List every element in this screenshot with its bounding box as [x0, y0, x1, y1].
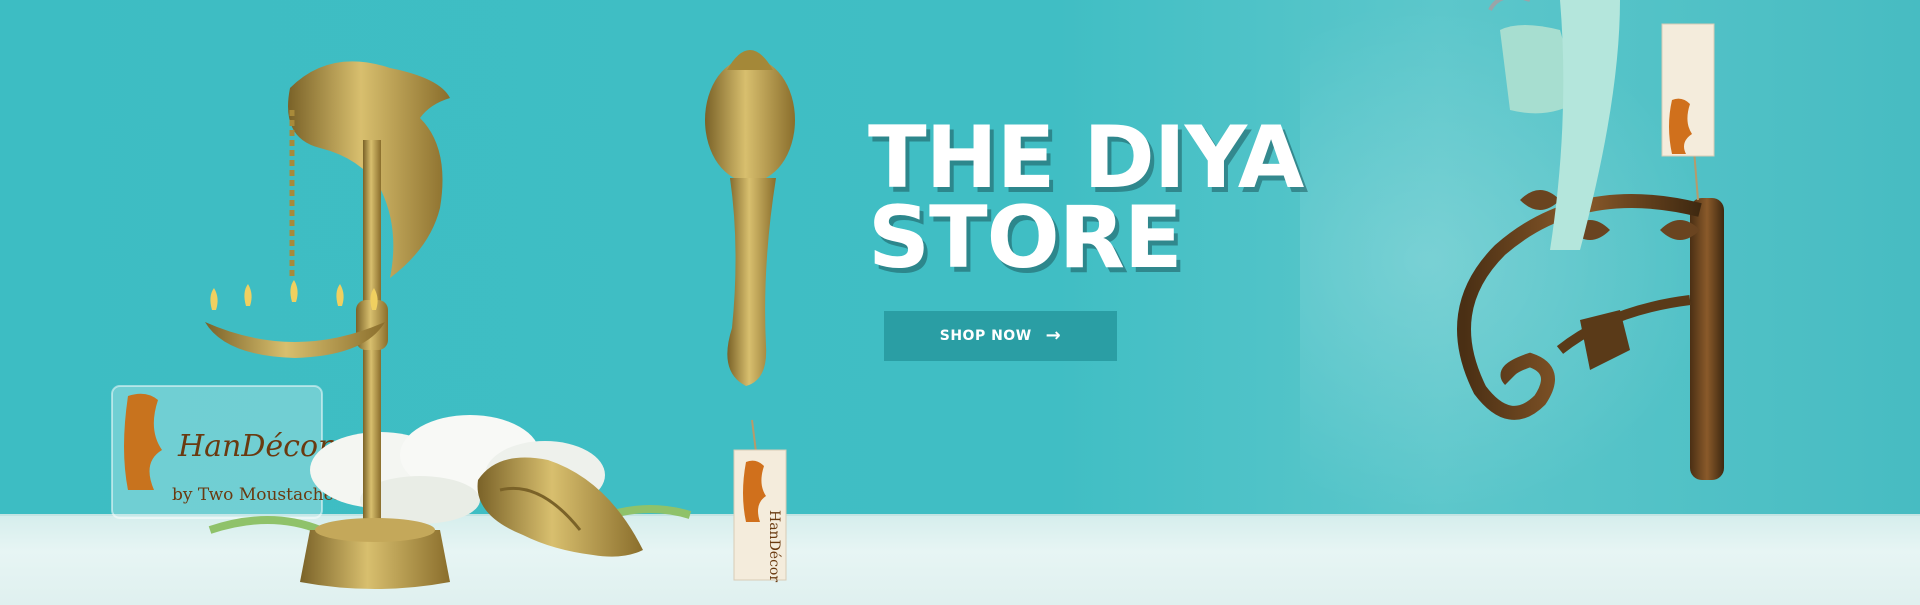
shop-now-label: SHOP NOW: [939, 328, 1032, 344]
title-line-2: STORE: [868, 188, 1183, 288]
hero-banner[interactable]: HanDécor by Two Moustaches HanDécor THE …: [0, 0, 1920, 605]
title-line-1: THE DIYA: [868, 108, 1304, 208]
arrow-right-icon: →: [1045, 325, 1062, 346]
brand-name-text: HanDécor: [177, 429, 334, 464]
product-artwork: HanDécor by Two Moustaches HanDécor: [111, 0, 1724, 589]
brass-conch-shell: [477, 457, 643, 557]
page-title: THE DIYA STORE: [868, 108, 1304, 288]
shop-now-button[interactable]: SHOP NOW →: [884, 311, 1117, 361]
brand-tagline-text: by Two Moustaches: [172, 485, 342, 505]
brand-acrylic-stand: HanDécor by Two Moustaches: [111, 385, 342, 519]
svg-text:HanDécor: HanDécor: [766, 510, 782, 582]
buddha-door-handle: HanDécor: [705, 50, 795, 582]
